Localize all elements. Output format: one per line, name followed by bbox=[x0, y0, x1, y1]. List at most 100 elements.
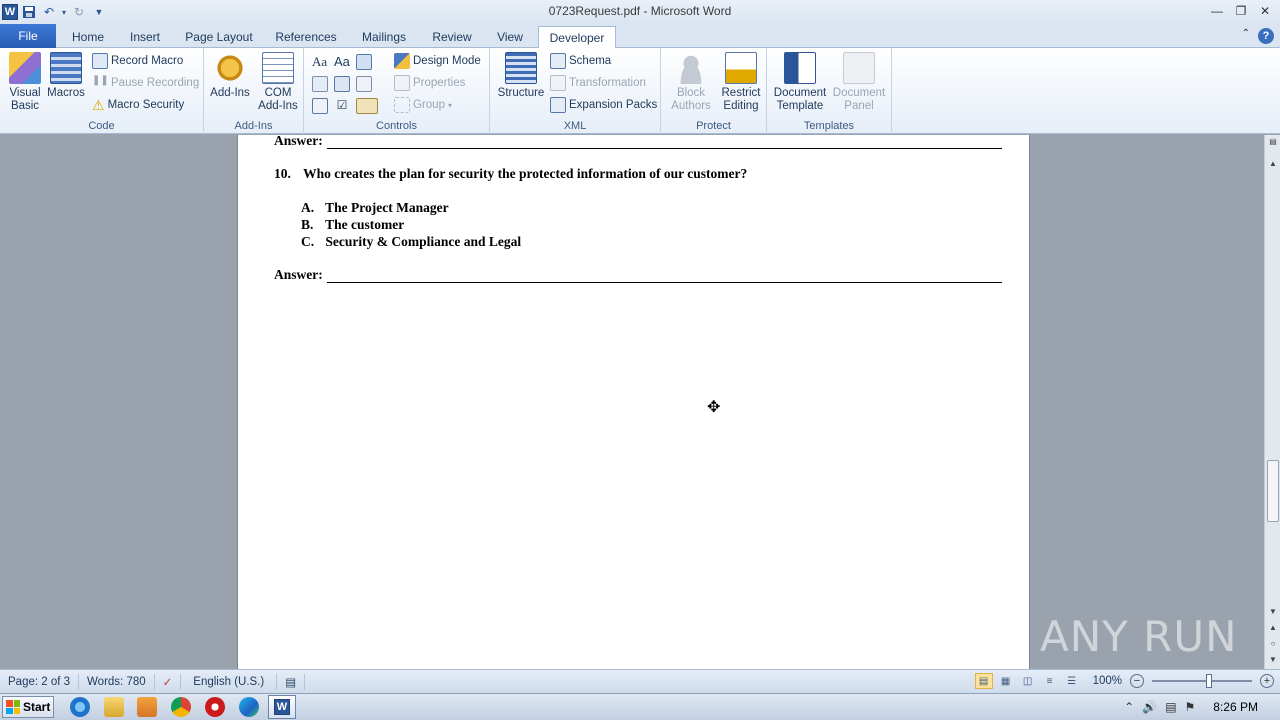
outline-view-icon[interactable]: ≡ bbox=[1041, 673, 1059, 689]
network-icon[interactable]: ▤ bbox=[1165, 700, 1176, 714]
legacy-tools-icon[interactable] bbox=[356, 98, 378, 114]
com-add-ins-button[interactable]: COM Add-Ins bbox=[256, 52, 300, 113]
customize-qat-icon[interactable]: ▼ bbox=[90, 3, 108, 21]
pause-recording-button[interactable]: ❚❚ Pause Recording bbox=[92, 74, 199, 92]
tab-page-layout[interactable]: Page Layout bbox=[178, 26, 260, 48]
tab-references[interactable]: References bbox=[268, 26, 344, 48]
document-area[interactable]: Answer: 10. Who creates the plan for sec… bbox=[0, 135, 1264, 669]
date-picker-icon[interactable] bbox=[312, 98, 328, 114]
picture-control-icon[interactable] bbox=[356, 54, 372, 70]
web-layout-icon[interactable]: ◫ bbox=[1019, 673, 1037, 689]
media-player-icon[interactable] bbox=[137, 697, 157, 717]
restrict-editing-button[interactable]: Restrict Editing bbox=[717, 52, 765, 113]
ribbon-tabs: File Home Insert Page Layout References … bbox=[0, 24, 1280, 49]
draft-view-icon[interactable]: ☰ bbox=[1063, 673, 1081, 689]
browse-object-icon[interactable]: ○ bbox=[1265, 639, 1280, 653]
record-macro-button[interactable]: Record Macro bbox=[92, 52, 183, 70]
tab-mailings[interactable]: Mailings bbox=[352, 26, 416, 48]
tab-view[interactable]: View bbox=[488, 26, 532, 48]
taskbar: Start bbox=[0, 693, 1280, 720]
full-screen-reading-icon[interactable]: ▦ bbox=[997, 673, 1015, 689]
answer-line[interactable]: Answer: bbox=[274, 135, 1002, 149]
edge-icon[interactable] bbox=[239, 697, 259, 717]
show-hidden-icons-icon[interactable]: ⌃ bbox=[1124, 700, 1134, 714]
zoom-out-icon[interactable]: − bbox=[1130, 674, 1144, 688]
design-mode-button[interactable]: Design Mode bbox=[394, 52, 481, 70]
word-count[interactable]: Words: 780 bbox=[79, 673, 155, 690]
visual-basic-button[interactable]: Visual Basic bbox=[6, 52, 44, 113]
macros-icon bbox=[50, 52, 82, 84]
answer-line[interactable]: Answer: bbox=[274, 267, 1002, 283]
block-authors-button[interactable]: Block Authors bbox=[665, 52, 717, 113]
scroll-down-icon[interactable]: ▼ bbox=[1265, 607, 1280, 621]
previous-page-icon[interactable]: ▲ bbox=[1265, 623, 1280, 637]
document-page[interactable]: Answer: 10. Who creates the plan for sec… bbox=[237, 135, 1030, 669]
save-icon[interactable] bbox=[20, 3, 38, 21]
ribbon: Visual Basic Macros Record Macro ❚❚ Paus… bbox=[0, 48, 1280, 134]
word-app-icon[interactable]: W bbox=[2, 4, 18, 20]
structure-button[interactable]: Structure bbox=[496, 52, 546, 100]
volume-icon[interactable]: 🔊 bbox=[1142, 700, 1157, 714]
internet-explorer-icon[interactable] bbox=[70, 697, 90, 717]
scrollbar-thumb[interactable] bbox=[1267, 460, 1279, 522]
schema-button[interactable]: Schema bbox=[550, 52, 611, 70]
start-button[interactable]: Start bbox=[2, 696, 54, 718]
group-button[interactable]: Group ▾ bbox=[394, 96, 452, 114]
tab-developer[interactable]: Developer bbox=[538, 26, 616, 49]
action-center-flag-icon[interactable]: ⚑ bbox=[1185, 700, 1196, 714]
drop-down-list-icon[interactable] bbox=[356, 76, 372, 92]
add-ins-button[interactable]: Add-Ins bbox=[208, 52, 252, 100]
zoom-slider-thumb[interactable] bbox=[1206, 674, 1212, 688]
zoom-in-icon[interactable]: + bbox=[1260, 674, 1274, 688]
undo-icon[interactable]: ↶ bbox=[40, 3, 58, 21]
zoom-slider[interactable] bbox=[1152, 674, 1252, 688]
rich-text-control-icon[interactable]: Aa bbox=[312, 54, 328, 70]
scroll-up-icon[interactable]: ▲ bbox=[1265, 159, 1280, 173]
combo-box-icon[interactable] bbox=[334, 76, 350, 92]
tab-home[interactable]: Home bbox=[62, 26, 114, 48]
undo-dropdown-icon[interactable]: ▾ bbox=[60, 3, 68, 21]
tab-insert[interactable]: Insert bbox=[120, 26, 170, 48]
macro-security-button[interactable]: ⚠ Macro Security bbox=[92, 96, 184, 114]
move-cursor-icon: ✥ bbox=[707, 399, 721, 416]
question-10: 10. Who creates the plan for security th… bbox=[274, 166, 747, 182]
group-icon bbox=[394, 97, 410, 113]
restore-icon[interactable]: ❐ bbox=[1230, 2, 1252, 20]
taskbar-word-button[interactable]: W bbox=[268, 695, 296, 719]
macros-button[interactable]: Macros bbox=[46, 52, 86, 100]
next-page-icon[interactable]: ▼ bbox=[1265, 655, 1280, 669]
zoom-level[interactable]: 100% bbox=[1093, 675, 1122, 687]
document-panel-button[interactable]: Document Panel bbox=[829, 52, 889, 113]
help-icon[interactable]: ? bbox=[1258, 28, 1274, 44]
transformation-button[interactable]: Transformation bbox=[550, 74, 646, 92]
expansion-packs-button[interactable]: Expansion Packs bbox=[550, 96, 657, 114]
minimize-icon[interactable]: — bbox=[1206, 2, 1228, 20]
option-letter: A. bbox=[301, 200, 315, 215]
checkbox-control-icon[interactable]: ☑ bbox=[334, 98, 350, 114]
building-block-icon[interactable] bbox=[312, 76, 328, 92]
folder-icon[interactable] bbox=[104, 697, 124, 717]
ruler-toggle-icon[interactable]: ▤ bbox=[1265, 137, 1280, 151]
group-label-templates: Templates bbox=[803, 120, 855, 132]
answer-blank bbox=[326, 269, 1002, 283]
tab-review[interactable]: Review bbox=[424, 26, 480, 48]
proofing-icon[interactable]: ✓ bbox=[155, 673, 182, 690]
plain-text-control-icon[interactable]: Aa bbox=[334, 54, 350, 70]
close-icon[interactable]: ✕ bbox=[1254, 2, 1276, 20]
language-indicator[interactable]: English (U.S.) bbox=[181, 673, 278, 690]
vertical-scrollbar[interactable]: ▤ ▲ ▼ ▲ ○ ▼ bbox=[1264, 135, 1280, 669]
minimize-ribbon-icon[interactable]: ⌃ bbox=[1242, 28, 1250, 44]
opera-icon[interactable] bbox=[205, 697, 225, 717]
macro-recording-icon[interactable]: ▤ bbox=[277, 673, 306, 690]
properties-button[interactable]: Properties bbox=[394, 74, 465, 92]
group-templates: Document Template Document Panel Templat… bbox=[767, 48, 892, 134]
status-bar: Page: 2 of 3 Words: 780 ✓ English (U.S.)… bbox=[0, 669, 1280, 693]
chrome-icon[interactable] bbox=[171, 697, 191, 717]
page-indicator[interactable]: Page: 2 of 3 bbox=[0, 673, 80, 690]
print-layout-view-icon[interactable]: ▤ bbox=[974, 673, 993, 689]
clock[interactable]: 8:26 PM bbox=[1213, 700, 1258, 714]
redo-icon[interactable]: ↻ bbox=[70, 3, 88, 21]
document-template-button[interactable]: Document Template bbox=[771, 52, 829, 113]
tab-file[interactable]: File bbox=[0, 24, 56, 48]
group-add-ins: Add-Ins COM Add-Ins Add-Ins bbox=[204, 48, 304, 134]
